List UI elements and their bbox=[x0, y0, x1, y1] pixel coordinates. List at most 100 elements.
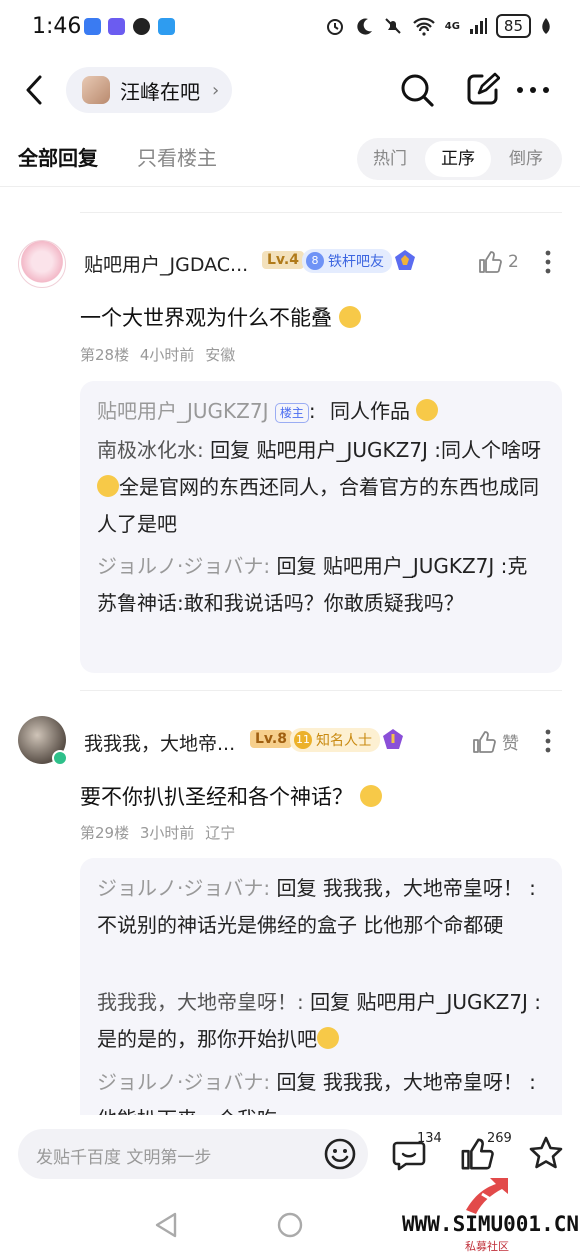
status-bar: 1:46 4G 85 bbox=[0, 0, 580, 56]
reply-text: 同人作品 bbox=[329, 399, 410, 423]
like-count: 269 bbox=[487, 1131, 512, 1146]
smiling-emoji-icon bbox=[317, 1027, 339, 1049]
reply-text: 回复 贴吧用户_JUGKZ7J :同人个啥呀 bbox=[210, 438, 542, 462]
message-icon bbox=[158, 18, 175, 35]
star-favorite-icon[interactable] bbox=[528, 1135, 564, 1171]
reply-text-continued: 全是官网的东西还同人，合着官方的东西也成同人了是吧 bbox=[97, 475, 539, 536]
battery-indicator: 85 bbox=[495, 14, 531, 38]
op-tag: 楼主 bbox=[274, 402, 309, 423]
wifi-icon bbox=[412, 17, 435, 36]
search-icon[interactable] bbox=[399, 72, 435, 108]
reply-author[interactable]: 我我我，大地帝皇呀！: bbox=[97, 990, 304, 1014]
reply-item[interactable]: ジョルノ·ジョバナ: 回复 我我我，大地帝皇呀！ :不说别的神话光是佛经的盒子 … bbox=[97, 870, 547, 944]
mute-icon bbox=[385, 18, 401, 34]
reply-item[interactable]: ジョルノ·ジョバナ: 回复 贴吧用户_JUGKZ7J :克苏鲁神话:敢和我说话吗… bbox=[97, 548, 547, 622]
like-button[interactable]: 赞 bbox=[472, 729, 519, 754]
alarm-icon bbox=[326, 19, 343, 35]
more-options-icon[interactable] bbox=[516, 86, 550, 94]
divider bbox=[80, 690, 562, 691]
level-badge: Lv.4 bbox=[262, 251, 304, 269]
watermark-subtitle: 私募社区 bbox=[465, 1240, 509, 1253]
shocked-emoji-icon bbox=[416, 399, 439, 421]
post-content: 要不你扒扒圣经和各个神话？ bbox=[80, 781, 382, 811]
watermark-site: WWW.SIMU001.CN bbox=[402, 1212, 580, 1236]
watermark-logo-icon bbox=[466, 1178, 508, 1214]
app-notification-icon bbox=[108, 18, 125, 35]
network-type: 4G bbox=[444, 20, 460, 32]
level-badge: Lv.8 bbox=[250, 730, 292, 748]
divider bbox=[0, 186, 580, 187]
medal-icon bbox=[383, 729, 403, 749]
signal-icon bbox=[469, 18, 487, 34]
reply-author[interactable]: ジョルノ·ジョバナ: bbox=[97, 1070, 270, 1094]
sort-hot[interactable]: 热门 bbox=[373, 138, 407, 180]
sort-ascending[interactable]: 正序 bbox=[425, 141, 491, 177]
reply-author[interactable]: 南极冰化水: bbox=[97, 438, 204, 462]
like-button[interactable]: 2 bbox=[478, 250, 519, 274]
reply-input[interactable]: 发贴千百度 文明第一步 bbox=[18, 1129, 368, 1179]
chevron-right-icon: › bbox=[212, 79, 220, 101]
thinking-emoji-icon bbox=[338, 306, 361, 328]
post-text: 要不你扒扒圣经和各个神话？ bbox=[80, 785, 353, 809]
divider bbox=[80, 212, 562, 213]
post-time: 3小时前 bbox=[139, 824, 195, 842]
tab-only-op[interactable]: 只看楼主 bbox=[137, 142, 217, 171]
reply-thread-box[interactable]: ジョルノ·ジョバナ: 回复 我我我，大地帝皇呀！ :不说别的神话光是佛经的盒子 … bbox=[80, 858, 562, 1128]
thumbs-up-icon bbox=[473, 730, 496, 753]
top-nav: 汪峰在吧 › bbox=[0, 60, 580, 120]
sort-descending[interactable]: 倒序 bbox=[509, 138, 543, 180]
post-content: 一个大世界观为什么不能叠 bbox=[80, 302, 361, 332]
post-text: 一个大世界观为什么不能叠 bbox=[80, 306, 332, 330]
fan-level-number: 8 bbox=[306, 252, 324, 270]
post-more-icon[interactable] bbox=[545, 729, 551, 753]
tab-all-replies[interactable]: 全部回复 bbox=[18, 142, 98, 171]
forum-entry-button[interactable]: 汪峰在吧 › bbox=[66, 67, 232, 113]
post-location: 安徽 bbox=[205, 346, 236, 364]
reply-item[interactable]: 南极冰化水: 回复 贴吧用户_JUGKZ7J :同人个啥呀全是官网的东西还同人，… bbox=[97, 432, 547, 543]
reply-author[interactable]: ジョルノ·ジョバナ: bbox=[97, 554, 270, 578]
emoji-picker-icon[interactable] bbox=[323, 1137, 357, 1171]
floor-number: 第29楼 bbox=[80, 824, 130, 842]
back-arrow-icon[interactable] bbox=[22, 74, 46, 106]
nav-back-icon[interactable] bbox=[155, 1212, 177, 1238]
post-more-icon[interactable] bbox=[545, 250, 551, 274]
reply-item[interactable]: 贴吧用户_JUGKZ7J 楼主: 同人作品 bbox=[97, 393, 547, 430]
reply-separator: : bbox=[308, 399, 316, 423]
thumbs-up-icon bbox=[479, 251, 502, 273]
nav-home-icon[interactable] bbox=[277, 1212, 303, 1238]
post-meta: 第28楼 4小时前 安徽 bbox=[80, 344, 235, 365]
fan-badge-label: 铁杆吧友 bbox=[328, 254, 384, 270]
reply-author[interactable]: ジョルノ·ジョバナ: bbox=[97, 876, 270, 900]
floor-number: 第28楼 bbox=[80, 346, 130, 364]
leaf-icon bbox=[542, 18, 550, 34]
forum-avatar bbox=[82, 76, 110, 104]
edit-share-icon[interactable] bbox=[466, 72, 500, 106]
reply-item[interactable]: 我我我，大地帝皇呀！: 回复 贴吧用户_JUGKZ7J :是的是的，那你开始扒吧 bbox=[97, 984, 547, 1058]
comment-count: 134 bbox=[417, 1131, 442, 1146]
avatar[interactable] bbox=[18, 240, 66, 288]
laughing-emoji-icon bbox=[359, 785, 382, 807]
fan-badge: 8 铁杆吧友 bbox=[302, 249, 392, 273]
app-notification-icon bbox=[84, 18, 101, 35]
thinking-emoji-icon bbox=[97, 475, 119, 497]
post-time: 4小时前 bbox=[139, 346, 195, 364]
forum-name: 汪峰在吧 bbox=[120, 79, 200, 104]
reply-author[interactable]: 贴吧用户_JUGKZ7J bbox=[97, 399, 268, 423]
fan-level-number: 11 bbox=[294, 731, 312, 749]
post-location: 辽宁 bbox=[205, 824, 236, 842]
username[interactable]: 我我我，大地帝... bbox=[84, 729, 235, 756]
status-time: 1:46 bbox=[32, 14, 82, 39]
like-label: 赞 bbox=[502, 734, 519, 754]
like-count: 2 bbox=[508, 252, 519, 272]
post-meta: 第29楼 3小时前 辽宁 bbox=[80, 822, 235, 843]
reply-thread-box[interactable]: 贴吧用户_JUGKZ7J 楼主: 同人作品 南极冰化水: 回复 贴吧用户_JUG… bbox=[80, 381, 562, 673]
medal-icon bbox=[395, 250, 415, 270]
username[interactable]: 贴吧用户_JGDAC... bbox=[84, 250, 248, 277]
verified-badge-icon bbox=[52, 750, 68, 766]
fan-badge-label: 知名人士 bbox=[316, 733, 372, 749]
reply-filter-tabs: 全部回复 只看楼主 热门 正序 倒序 bbox=[0, 134, 580, 186]
sort-segmented-control: 热门 正序 倒序 bbox=[357, 138, 562, 180]
status-icons: 4G 85 bbox=[325, 14, 552, 38]
fan-badge: 11 知名人士 bbox=[290, 728, 380, 752]
reply-input-placeholder: 发贴千百度 文明第一步 bbox=[36, 1148, 212, 1168]
